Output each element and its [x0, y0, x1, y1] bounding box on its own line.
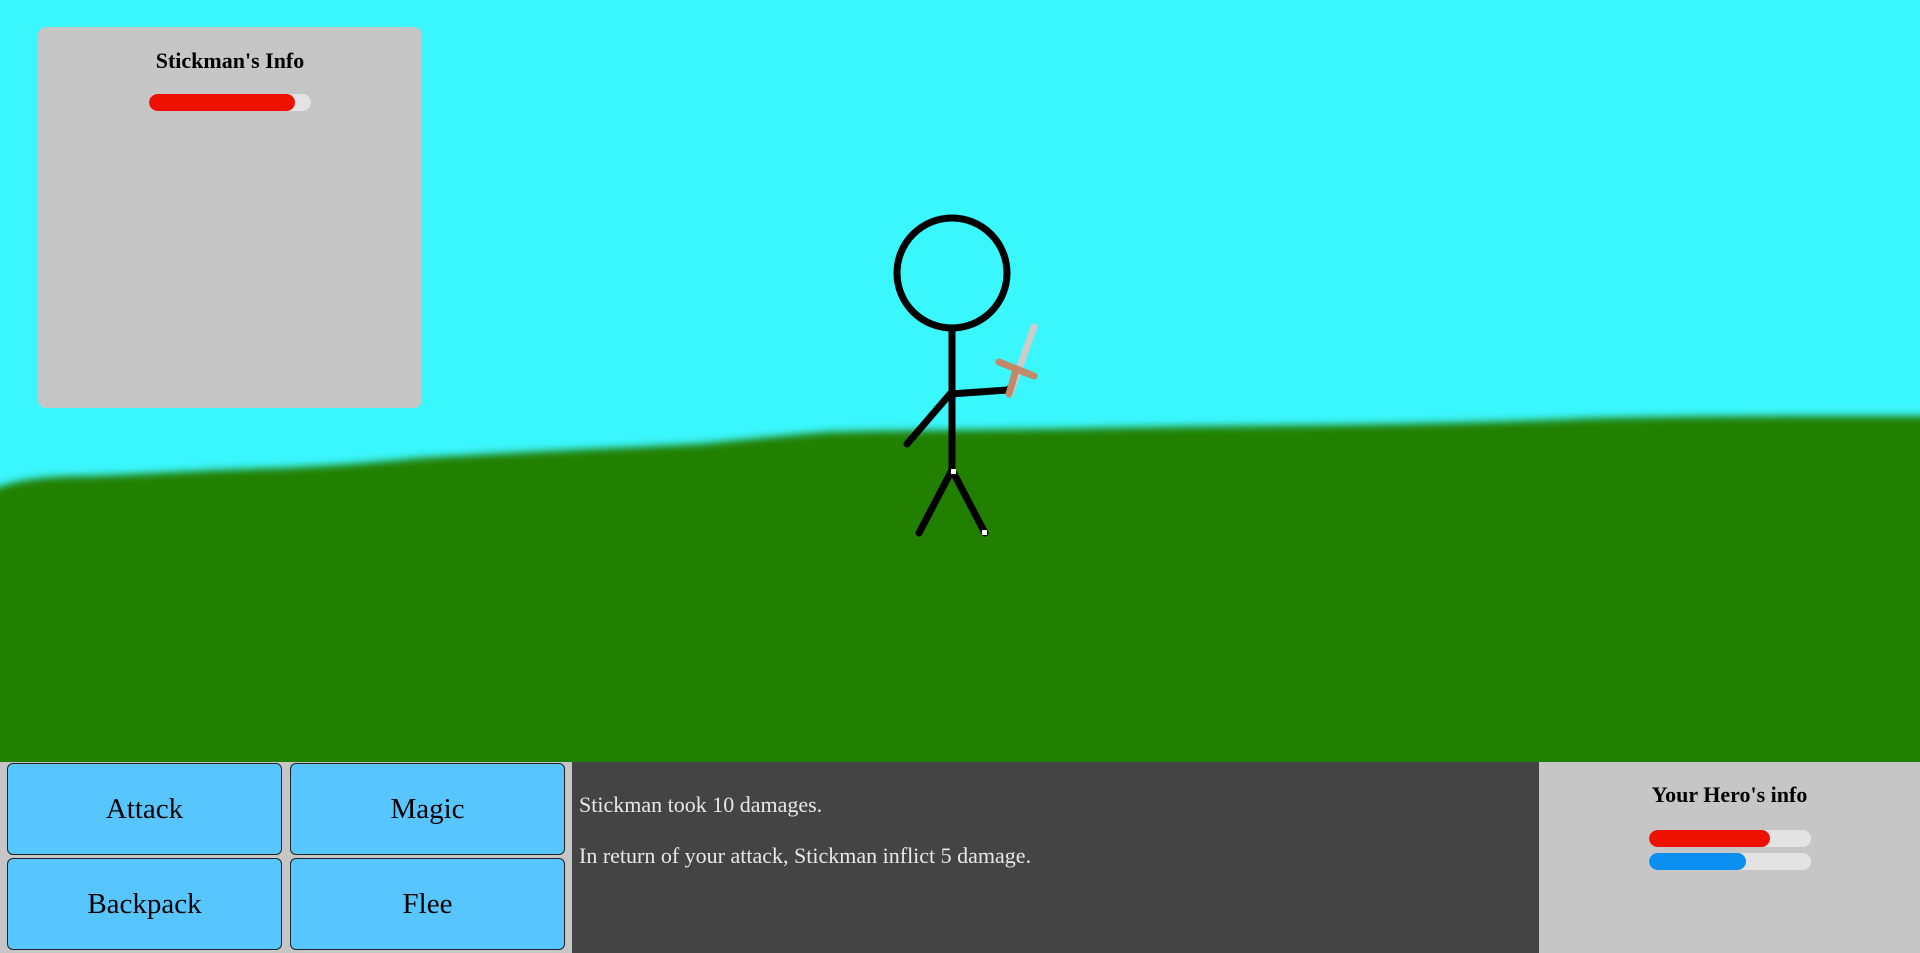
hero-mp-bar — [1648, 853, 1811, 870]
backpack-button[interactable]: Backpack — [7, 858, 282, 950]
bottom-ui: Attack Magic Backpack Flee Stickman took… — [0, 762, 1920, 953]
log-line: Stickman took 10 damages. — [579, 792, 823, 817]
grass-ground — [0, 416, 1920, 762]
enemy-info-title: Stickman's Info — [155, 48, 305, 73]
hero-mp-fill — [1648, 853, 1746, 870]
hero-hp-bar — [1648, 830, 1811, 847]
battle-log: Stickman took 10 damages. In return of y… — [572, 762, 1539, 953]
hero-info-title: Your Hero's info — [1651, 782, 1808, 807]
enemy-hp-bar — [149, 94, 311, 111]
enemy-hp-fill — [149, 94, 295, 111]
joint-marker — [951, 469, 956, 474]
log-line: In return of your attack, Stickman infli… — [579, 843, 1032, 868]
hero-info-panel: Your Hero's info — [1539, 762, 1920, 953]
attack-button[interactable]: Attack — [7, 763, 282, 855]
enemy-info-panel: Stickman's Info — [38, 27, 422, 408]
magic-button[interactable]: Magic — [290, 763, 565, 855]
flee-button[interactable]: Flee — [290, 858, 565, 950]
joint-marker — [982, 530, 987, 535]
hero-hp-fill — [1648, 830, 1770, 847]
